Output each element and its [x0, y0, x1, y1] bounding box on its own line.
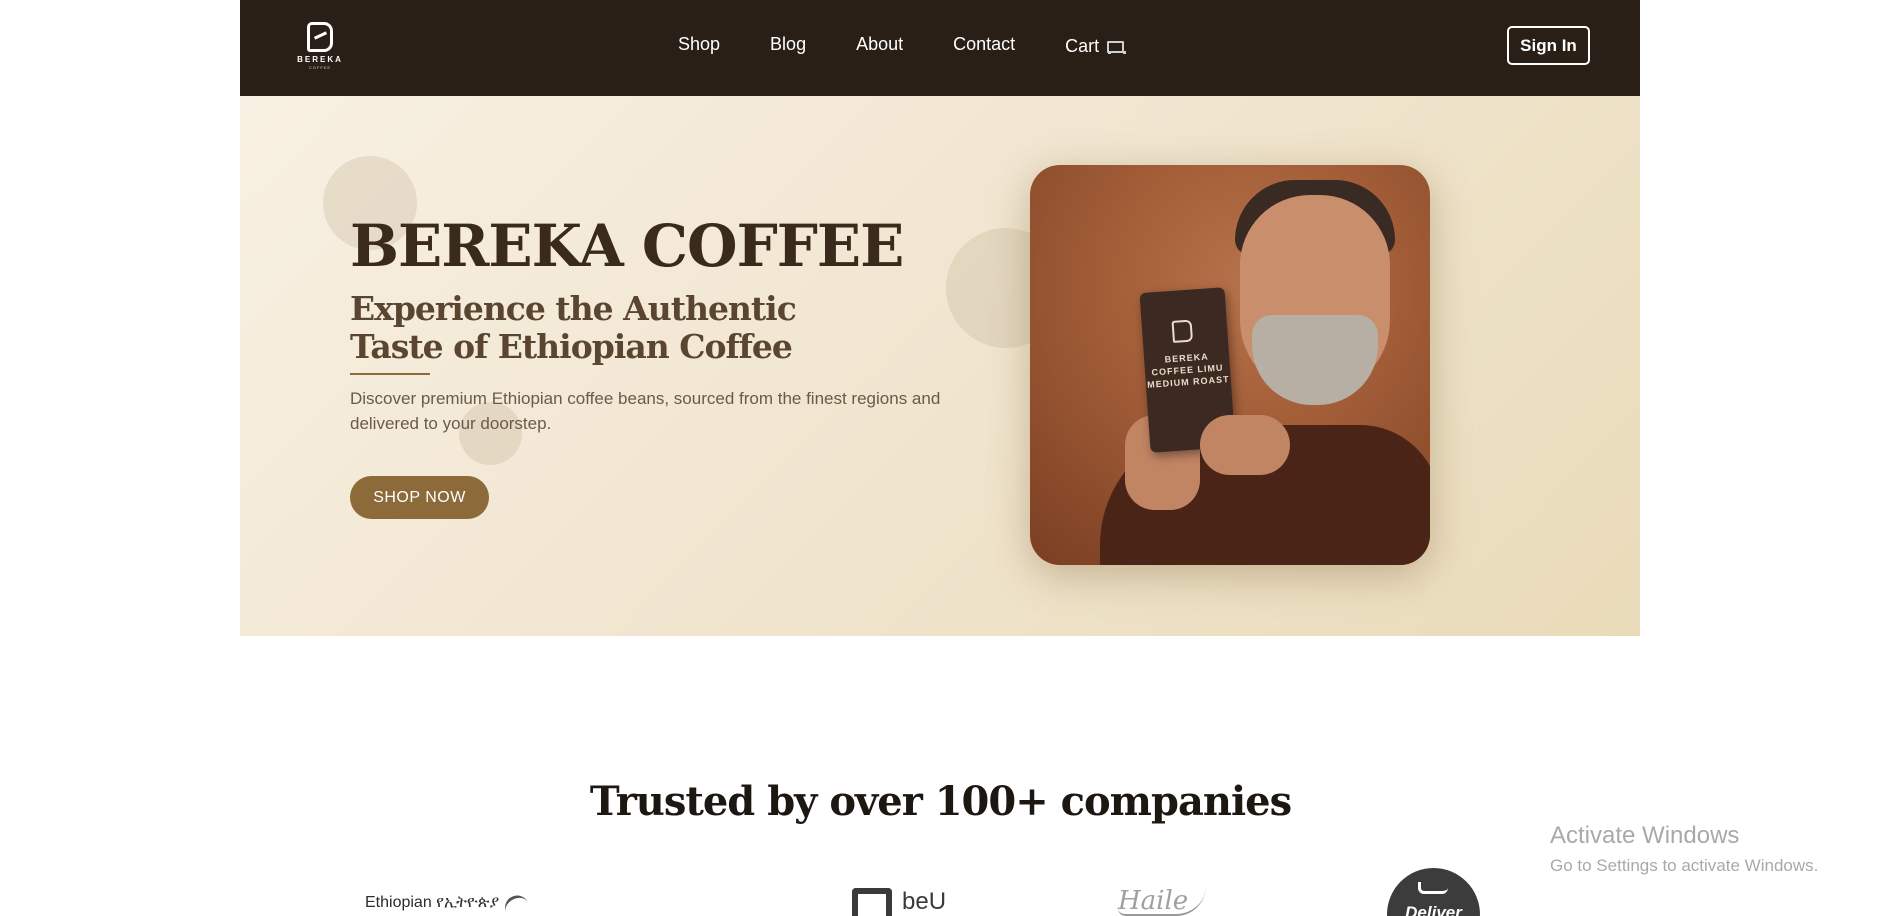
hero-subtitle: Experience the Authentic Taste of Ethiop… [350, 289, 797, 366]
watermark-title: Activate Windows [1550, 822, 1740, 849]
partner-logo-text: Deliver [1405, 903, 1462, 916]
brand-logo[interactable]: BEREKA COFFEE [295, 22, 345, 72]
bag-label: BEREKA COFFEE LIMU MEDIUM ROAST [1146, 351, 1230, 390]
main-nav: Shop Blog About Contact Cart [678, 34, 1127, 58]
nav-link-blog[interactable]: Blog [770, 34, 806, 58]
hero-title: BEREKA COFFEE [350, 212, 904, 280]
partner-logo-text: beU [902, 888, 947, 915]
hero-section: BEREKA COFFEE Experience the Authentic T… [240, 96, 1640, 636]
cart-label: Cart [1065, 35, 1100, 56]
bag-logo-icon [1171, 319, 1194, 343]
scooter-icon [1418, 882, 1448, 894]
hero-product-photo: BEREKA COFFEE LIMU MEDIUM ROAST [1030, 165, 1430, 565]
partner-logo-text: Ethiopian የኢትዮጵያ [365, 894, 500, 911]
photo-person-hand [1200, 415, 1290, 475]
beu-mark-icon [852, 888, 892, 916]
trusted-title: Trusted by over 100+ companies [589, 778, 1292, 825]
partner-logo-text: Haile [1118, 886, 1189, 916]
nav-link-cart[interactable]: Cart [1065, 34, 1127, 58]
navbar: BEREKA COFFEE Shop Blog About Contact Ca… [240, 0, 1640, 96]
partner-logo-signature: Haile [1118, 886, 1206, 916]
photo-person-beard [1252, 315, 1378, 405]
wing-icon [501, 891, 529, 915]
partner-logo-beu: beU [852, 888, 946, 916]
shop-now-button[interactable]: SHOP NOW [350, 476, 489, 519]
windows-activation-watermark: Activate Windows Go to Settings to activ… [1550, 822, 1818, 876]
title-underline [350, 373, 430, 375]
logo-subtext: COFFEE [308, 65, 332, 70]
sign-in-button[interactable]: Sign In [1507, 26, 1590, 65]
cart-icon [1105, 39, 1127, 54]
partner-logo-deliver: Deliver [1387, 868, 1480, 916]
logo-wordmark: BEREKA [297, 55, 343, 64]
watermark-subtitle: Go to Settings to activate Windows. [1550, 856, 1819, 875]
nav-link-about[interactable]: About [856, 34, 903, 58]
nav-link-contact[interactable]: Contact [953, 34, 1015, 58]
nav-link-shop[interactable]: Shop [678, 34, 720, 58]
hero-description: Discover premium Ethiopian coffee beans,… [350, 389, 941, 433]
logo-mark-icon [307, 22, 333, 52]
partner-logo-ethiopian: Ethiopian የኢትዮጵያ [365, 891, 529, 915]
